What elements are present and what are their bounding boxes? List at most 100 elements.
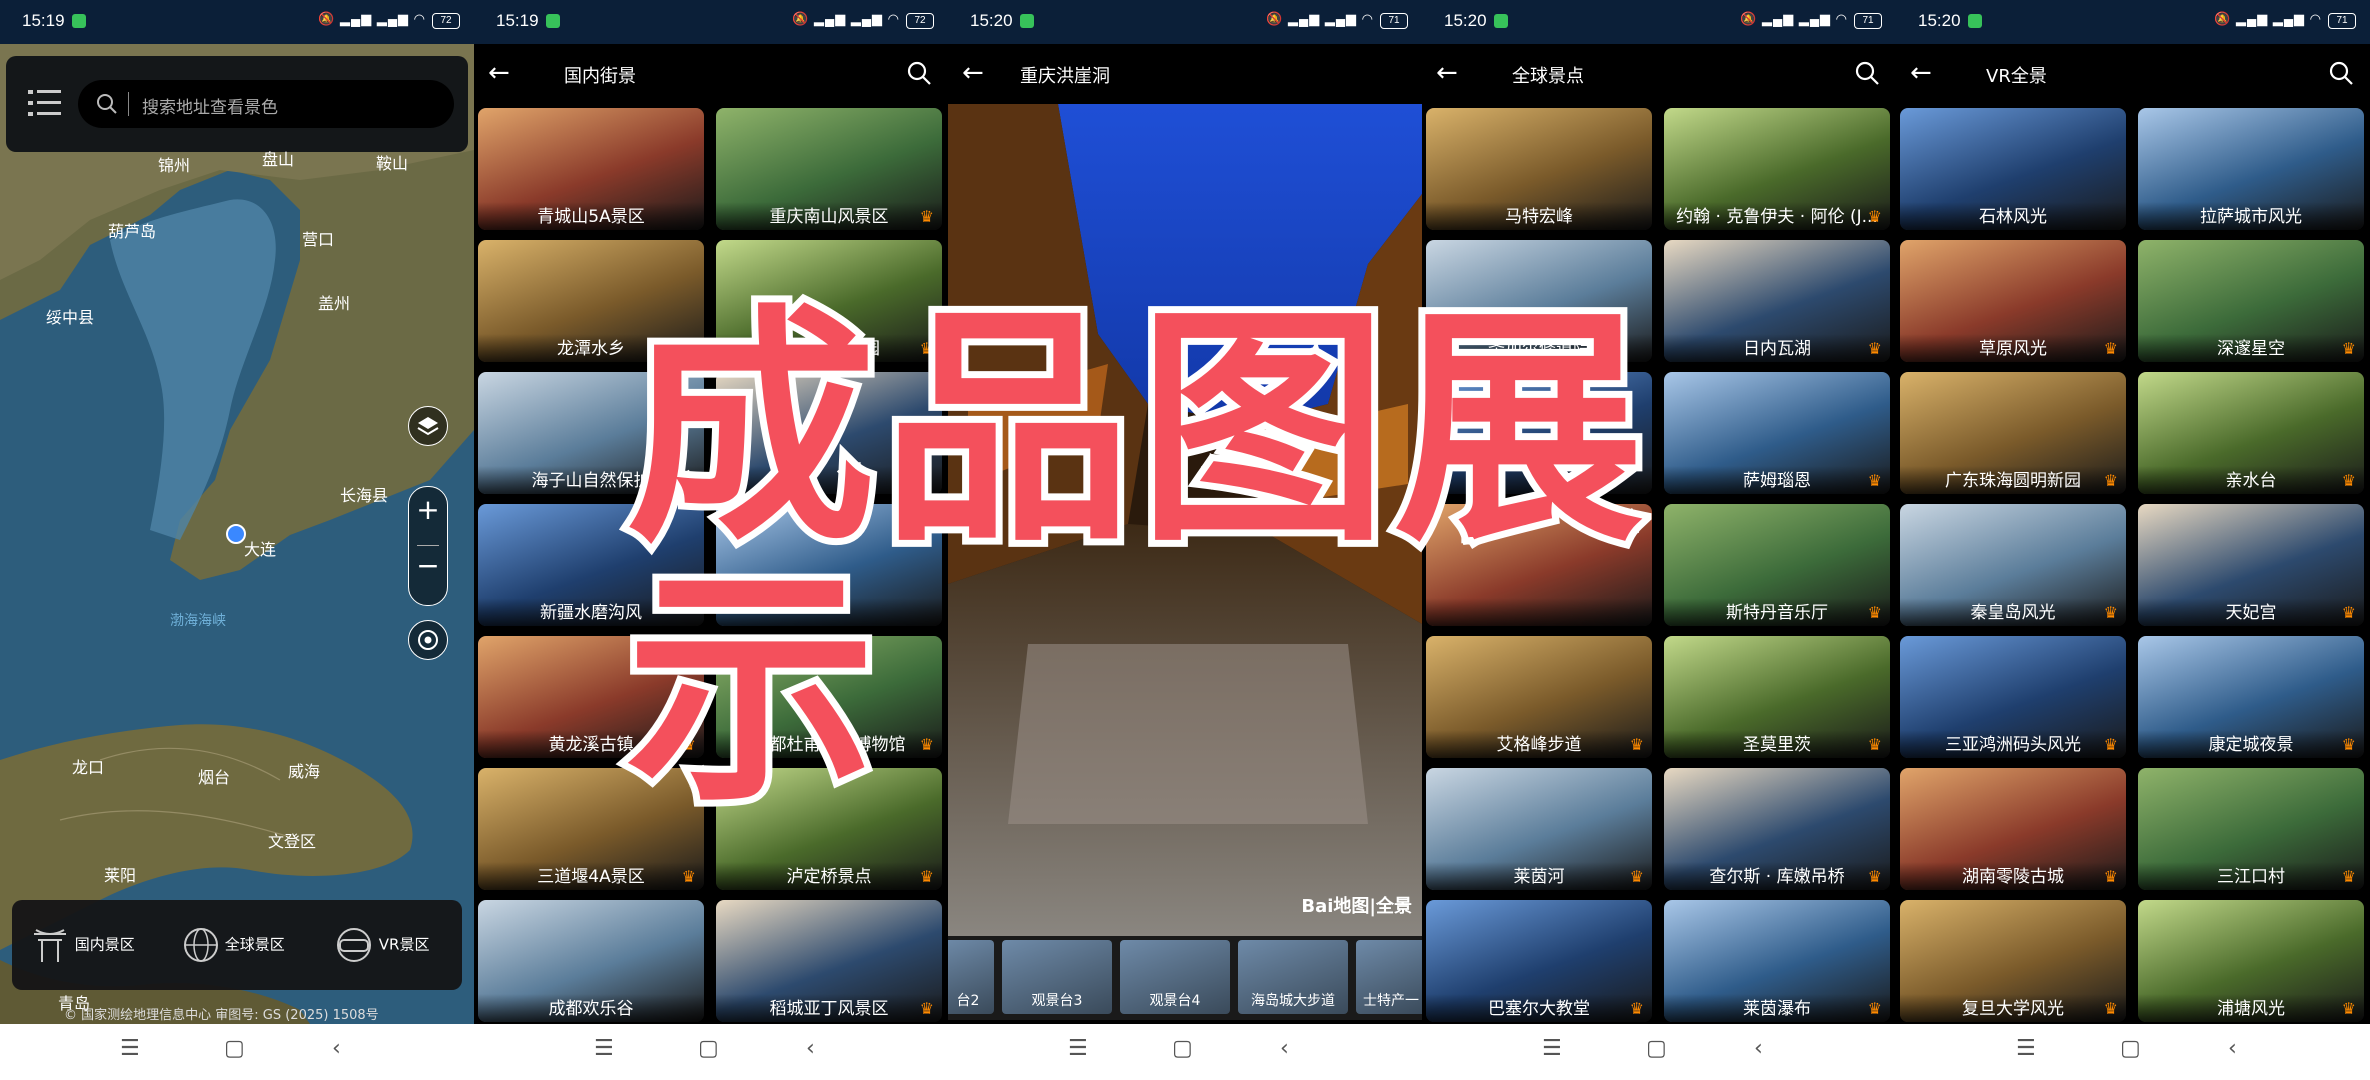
nav-menu-icon[interactable]: ☰ bbox=[2016, 1036, 2036, 1061]
category-domestic[interactable]: 国内景区 bbox=[30, 926, 135, 964]
menu-icon[interactable] bbox=[28, 88, 62, 118]
notification-icon bbox=[1494, 14, 1508, 28]
scenic-card[interactable]: 秦皇岛风光 ♛ bbox=[1900, 504, 2126, 626]
back-arrow-icon[interactable]: ← bbox=[488, 58, 510, 88]
search-input[interactable]: 搜索地址查看景色 bbox=[78, 80, 454, 128]
vip-crown-icon: ♛ bbox=[2103, 999, 2118, 1018]
category-label: VR景区 bbox=[378, 935, 430, 954]
scenic-card[interactable]: 莱茵瀑布 ♛ bbox=[1664, 900, 1890, 1022]
zoom-control: + − bbox=[408, 486, 448, 606]
nav-home-icon[interactable]: ▢ bbox=[698, 1036, 719, 1061]
scenic-card-label: 深邃星空 bbox=[2138, 334, 2364, 362]
system-nav-bar: ☰ ▢ ‹ bbox=[474, 1024, 948, 1080]
vip-crown-icon: ♛ bbox=[1867, 603, 1882, 622]
scenic-card[interactable]: 亲水台 ♛ bbox=[2138, 372, 2364, 494]
nav-menu-icon[interactable]: ☰ bbox=[594, 1036, 614, 1061]
nav-home-icon[interactable]: ▢ bbox=[224, 1036, 245, 1061]
zoom-in-button[interactable]: + bbox=[409, 493, 447, 526]
zoom-out-button[interactable]: − bbox=[409, 549, 447, 582]
panorama-thumbnail[interactable]: 台2 bbox=[948, 940, 994, 1014]
nav-back-icon[interactable]: ‹ bbox=[332, 1036, 341, 1061]
map-sea-label: 渤海海峡 bbox=[170, 613, 226, 629]
locate-button[interactable] bbox=[408, 620, 448, 660]
search-icon[interactable] bbox=[906, 60, 932, 86]
system-nav-bar: ☰ ▢ ‹ bbox=[0, 1024, 474, 1080]
back-arrow-icon[interactable]: ← bbox=[962, 58, 984, 88]
search-icon[interactable] bbox=[1854, 60, 1880, 86]
panorama-thumbnail[interactable]: 海岛城大步道 bbox=[1238, 940, 1348, 1014]
scenic-card[interactable]: 稻城亚丁风景区 ♛ bbox=[716, 900, 942, 1022]
scenic-card-label: 湖南零陵古城 bbox=[1900, 862, 2126, 890]
nav-back-icon[interactable]: ‹ bbox=[2228, 1036, 2237, 1061]
scenic-card-label: 莱茵河 bbox=[1426, 862, 1652, 890]
layers-button[interactable] bbox=[408, 406, 448, 446]
nav-back-icon[interactable]: ‹ bbox=[1280, 1036, 1289, 1061]
page-title: VR全景 bbox=[1986, 66, 2047, 87]
nav-home-icon[interactable]: ▢ bbox=[1172, 1036, 1193, 1061]
scenic-card[interactable]: 草原风光 ♛ bbox=[1900, 240, 2126, 362]
scenic-card-label: 重庆南山风景区 bbox=[716, 202, 942, 230]
map-city-label: 威海 bbox=[288, 762, 321, 781]
scenic-card[interactable]: 拉萨城市风光 bbox=[2138, 108, 2364, 230]
scenic-card[interactable]: 湖南零陵古城 ♛ bbox=[1900, 768, 2126, 890]
scenic-card[interactable]: 青城山5A景区 bbox=[478, 108, 704, 230]
nav-menu-icon[interactable]: ☰ bbox=[120, 1036, 140, 1061]
nav-home-icon[interactable]: ▢ bbox=[2120, 1036, 2141, 1061]
status-bar: 15:20 🔕 ▂▄▆ ▂▄▆ ◠ 71 bbox=[948, 0, 1422, 44]
battery-icon: 72 bbox=[906, 13, 934, 29]
nav-menu-icon[interactable]: ☰ bbox=[1068, 1036, 1088, 1061]
category-vr[interactable]: VR景区 bbox=[334, 926, 429, 964]
scenic-card[interactable]: 浦塘风光 ♛ bbox=[2138, 900, 2364, 1022]
signal-wifi-icons: 🔕 ▂▄▆ ▂▄▆ ◠ bbox=[792, 11, 900, 26]
scenic-card[interactable]: 重庆南山风景区 ♛ bbox=[716, 108, 942, 230]
layers-icon bbox=[417, 417, 439, 436]
vip-crown-icon: ♛ bbox=[2341, 735, 2356, 754]
nav-back-icon[interactable]: ‹ bbox=[806, 1036, 815, 1061]
vip-crown-icon: ♛ bbox=[1867, 867, 1882, 886]
vr-headset-icon bbox=[337, 928, 371, 962]
back-arrow-icon[interactable]: ← bbox=[1910, 58, 1932, 88]
status-time: 15:20 bbox=[970, 11, 1013, 30]
scenic-card[interactable]: 康定城夜景 ♛ bbox=[2138, 636, 2364, 758]
panorama-thumbnail-label: 海岛城大步道 bbox=[1251, 993, 1335, 1009]
system-nav-bar: ☰ ▢ ‹ bbox=[1896, 1024, 2370, 1080]
scenic-card[interactable]: 天妃宫 ♛ bbox=[2138, 504, 2364, 626]
scenic-card-label: 拉萨城市风光 bbox=[2138, 202, 2364, 230]
back-arrow-icon[interactable]: ← bbox=[1436, 58, 1458, 88]
panorama-thumbnail[interactable]: 士特产一 bbox=[1356, 940, 1422, 1014]
scenic-card[interactable]: 马特宏峰 bbox=[1426, 108, 1652, 230]
map-city-label: 龙口 bbox=[72, 758, 105, 777]
scenic-card[interactable]: 约翰 · 克鲁伊夫 · 阿伦 (J... ♛ bbox=[1664, 108, 1890, 230]
locate-icon bbox=[418, 630, 438, 650]
scenic-card[interactable]: 石林风光 bbox=[1900, 108, 2126, 230]
scenic-card[interactable]: 三亚鸿洲码头风光 ♛ bbox=[1900, 636, 2126, 758]
category-global[interactable]: 全球景区 bbox=[182, 926, 285, 964]
scenic-card-label: 青城山5A景区 bbox=[478, 202, 704, 230]
scenic-card[interactable]: 巴塞尔大教堂 ♛ bbox=[1426, 900, 1652, 1022]
search-placeholder: 搜索地址查看景色 bbox=[142, 98, 278, 118]
nav-menu-icon[interactable]: ☰ bbox=[1542, 1036, 1562, 1061]
search-icon[interactable] bbox=[2328, 60, 2354, 86]
scenic-card[interactable]: 复旦大学风光 ♛ bbox=[1900, 900, 2126, 1022]
scenic-card[interactable]: 三江口村 ♛ bbox=[2138, 768, 2364, 890]
signal-wifi-icons: 🔕 ▂▄▆ ▂▄▆ ◠ bbox=[2214, 11, 2322, 26]
scenic-card[interactable]: 成都欢乐谷 bbox=[478, 900, 704, 1022]
nav-home-icon[interactable]: ▢ bbox=[1646, 1036, 1667, 1061]
vip-crown-icon: ♛ bbox=[2341, 867, 2356, 886]
scenic-card[interactable]: 广东珠海圆明新园 ♛ bbox=[1900, 372, 2126, 494]
top-bar: ← 重庆洪崖洞 bbox=[948, 44, 1422, 104]
vip-crown-icon: ♛ bbox=[2341, 999, 2356, 1018]
nav-back-icon[interactable]: ‹ bbox=[1754, 1036, 1763, 1061]
scenic-card-label: 亲水台 bbox=[2138, 466, 2364, 494]
scenic-card[interactable]: 深邃星空 ♛ bbox=[2138, 240, 2364, 362]
promo-overlay: 成品图展示 bbox=[619, 293, 1746, 827]
status-bar: 15:19 🔕 ▂▄▆ ▂▄▆ ◠ 72 bbox=[0, 0, 474, 44]
panorama-thumbnail[interactable]: 观景台4 bbox=[1120, 940, 1230, 1014]
map-watermark: Bai地图|全景 bbox=[1301, 896, 1412, 917]
phone-vr: 15:20 🔕 ▂▄▆ ▂▄▆ ◠ 71 ← VR全景 石林风光 拉萨城市风光 草原… bbox=[1896, 0, 2370, 1080]
category-bar: 国内景区 全球景区 VR景区 bbox=[12, 900, 462, 990]
vip-crown-icon: ♛ bbox=[2103, 735, 2118, 754]
panorama-thumbnail[interactable]: 观景台3 bbox=[1002, 940, 1112, 1014]
vip-crown-icon: ♛ bbox=[2103, 603, 2118, 622]
thumbnail-strip: 台2 观景台3 观景台4 海岛城大步道 士特产一 bbox=[948, 936, 1422, 1020]
